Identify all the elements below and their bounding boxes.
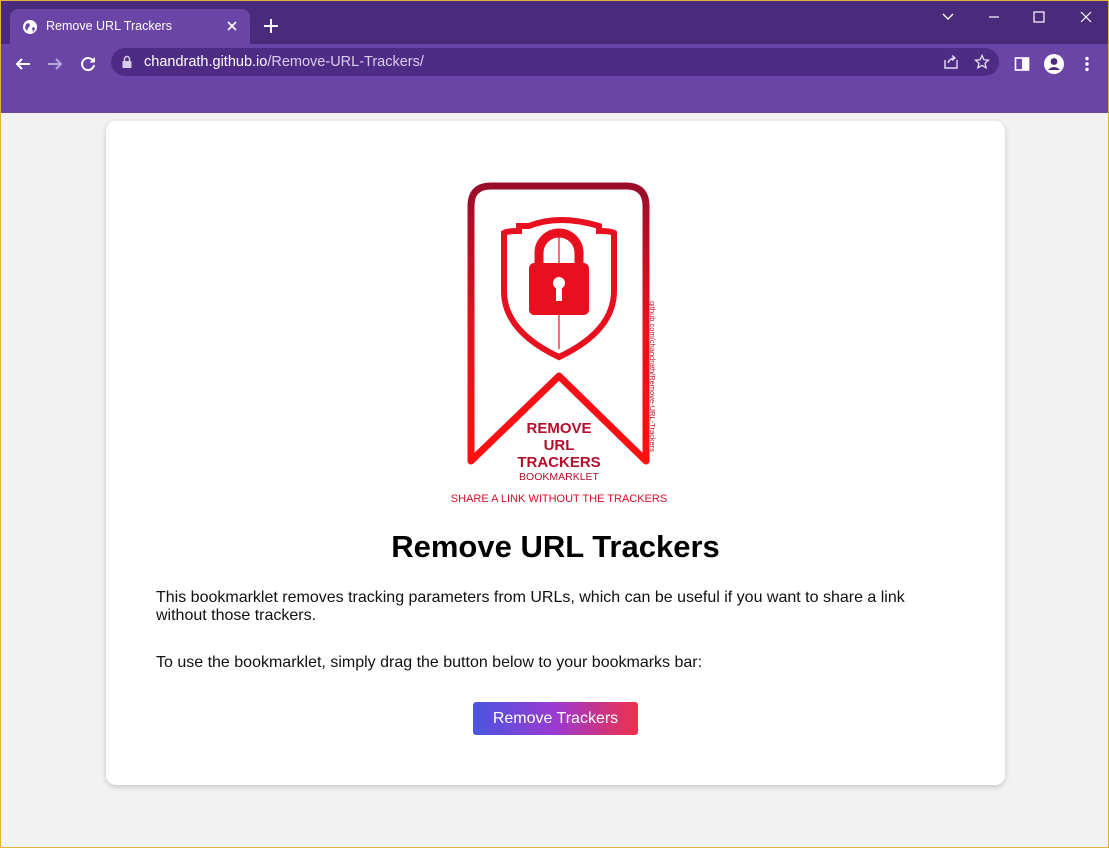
share-icon[interactable] — [941, 52, 961, 72]
back-icon[interactable] — [11, 52, 35, 76]
tab-title: Remove URL Trackers — [46, 19, 172, 33]
browser-toolbar: chandrath.github.io/Remove-URL-Trackers/ — [1, 44, 1108, 113]
instruction-text: To use the bookmarklet, simply drag the … — [156, 654, 703, 671]
logo-side-url: github.com/chandrath/Remove-URL-Trackers — [648, 301, 657, 452]
tab-active[interactable]: Remove URL Trackers — [10, 9, 250, 44]
logo-tagline: SHARE A LINK WITHOUT THE TRACKERS — [451, 493, 667, 505]
browser-window: Remove URL Trackers chandrath.github.io/… — [0, 0, 1109, 848]
bookmarklet-logo: REMOVE URL TRACKERS BOOKMARKLET SHARE A … — [451, 182, 667, 505]
page-viewport: REMOVE URL TRACKERS BOOKMARKLET SHARE A … — [1, 113, 1108, 847]
intro-text: This bookmarklet removes tracking parame… — [156, 589, 905, 624]
address-bar[interactable]: chandrath.github.io/Remove-URL-Trackers/ — [111, 48, 999, 76]
profile-avatar-icon[interactable] — [1042, 52, 1066, 76]
tab-search-icon[interactable] — [938, 7, 958, 27]
tab-strip: Remove URL Trackers — [1, 1, 1108, 44]
star-icon[interactable] — [972, 52, 992, 72]
side-panel-icon[interactable] — [1010, 52, 1034, 76]
logo-subtitle: BOOKMARKLET — [519, 471, 600, 483]
remove-trackers-button[interactable]: Remove Trackers — [473, 702, 638, 735]
logo-line-1: REMOVE — [526, 420, 591, 437]
menu-icon[interactable] — [1075, 52, 1099, 76]
close-tab-icon[interactable] — [224, 18, 240, 34]
logo-line-2: URL — [544, 437, 575, 454]
minimize-icon[interactable] — [984, 7, 1004, 27]
lock-icon — [122, 55, 132, 68]
forward-icon[interactable] — [43, 52, 67, 76]
url-text: chandrath.github.io/Remove-URL-Trackers/ — [144, 54, 424, 70]
page-title: Remove URL Trackers — [391, 529, 720, 564]
logo-line-3: TRACKERS — [517, 454, 600, 471]
url-path: /Remove-URL-Trackers/ — [267, 54, 424, 70]
new-tab-icon[interactable] — [261, 16, 281, 36]
maximize-icon[interactable] — [1029, 7, 1049, 27]
globe-icon — [23, 20, 37, 34]
url-host: chandrath.github.io — [144, 54, 268, 70]
content-card: REMOVE URL TRACKERS BOOKMARKLET SHARE A … — [106, 121, 1005, 785]
close-window-icon[interactable] — [1076, 7, 1096, 27]
reload-icon[interactable] — [76, 52, 100, 76]
